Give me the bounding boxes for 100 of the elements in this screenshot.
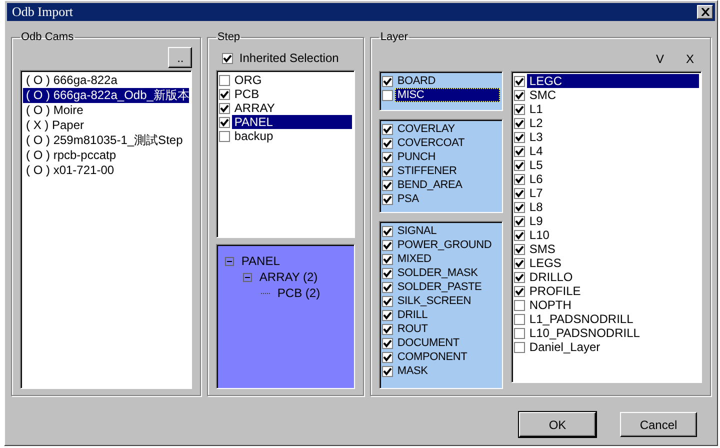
- checkbox[interactable]: [514, 146, 526, 156]
- checkbox[interactable]: [514, 188, 526, 198]
- checkbox[interactable]: [382, 352, 394, 362]
- checkbox[interactable]: [514, 314, 526, 324]
- list-item[interactable]: L9: [527, 214, 699, 228]
- checkbox[interactable]: [514, 300, 526, 310]
- checkbox[interactable]: [514, 104, 526, 114]
- list-item[interactable]: backup: [232, 129, 352, 143]
- list-item[interactable]: ORG: [232, 73, 352, 87]
- check-all-button[interactable]: V: [650, 47, 670, 71]
- list-item[interactable]: PCB: [232, 87, 352, 101]
- checkbox[interactable]: [514, 202, 526, 212]
- checkbox[interactable]: [382, 226, 394, 236]
- checkbox[interactable]: [382, 324, 394, 334]
- list-item[interactable]: ( O ) rpcb-pccatp: [23, 148, 190, 163]
- checkbox[interactable]: [219, 88, 230, 100]
- checkbox[interactable]: [382, 366, 394, 376]
- ok-button[interactable]: OK: [519, 412, 596, 437]
- list-item[interactable]: L10: [527, 228, 699, 242]
- uncheck-all-button[interactable]: X: [680, 47, 700, 71]
- checkbox[interactable]: [514, 132, 526, 142]
- list-item[interactable]: COMPONENT: [395, 350, 500, 364]
- list-item[interactable]: SMS: [527, 242, 699, 256]
- checkbox[interactable]: [382, 180, 394, 190]
- list-item[interactable]: NOPTH: [527, 298, 699, 312]
- collapse-icon[interactable]: [225, 256, 234, 266]
- checkbox[interactable]: [382, 152, 394, 162]
- cancel-button[interactable]: Cancel: [620, 412, 697, 437]
- list-item[interactable]: ( O ) 666ga-822a: [23, 73, 190, 88]
- checkbox[interactable]: [382, 76, 394, 86]
- list-item[interactable]: MISC: [395, 88, 500, 102]
- list-item[interactable]: COVERCOAT: [395, 136, 500, 150]
- list-item[interactable]: PANEL: [232, 115, 352, 129]
- checkbox[interactable]: [514, 272, 526, 282]
- list-item[interactable]: ARRAY: [232, 101, 352, 115]
- checkbox[interactable]: [382, 124, 394, 134]
- list-item[interactable]: BEND_AREA: [395, 178, 500, 192]
- tree-node[interactable]: PCB (2): [277, 286, 320, 300]
- checkbox[interactable]: [219, 102, 230, 114]
- list-item[interactable]: SOLDER_PASTE: [395, 280, 500, 294]
- list-item[interactable]: Daniel_Layer: [527, 340, 699, 354]
- list-item[interactable]: DRILLO: [527, 270, 699, 284]
- checkbox[interactable]: [382, 166, 394, 176]
- checkbox[interactable]: [382, 254, 394, 264]
- list-item[interactable]: MASK: [395, 364, 500, 378]
- checkbox[interactable]: [382, 282, 394, 292]
- checkbox[interactable]: [219, 130, 230, 142]
- tree-node[interactable]: ARRAY (2): [259, 270, 318, 284]
- list-item[interactable]: SILK_SCREEN: [395, 294, 500, 308]
- list-item[interactable]: L7: [527, 186, 699, 200]
- checkbox[interactable]: [382, 296, 394, 306]
- checkbox[interactable]: [514, 244, 526, 254]
- browse-button[interactable]: ..: [168, 47, 192, 68]
- checkbox[interactable]: [514, 286, 526, 296]
- checkbox[interactable]: [219, 116, 230, 128]
- checkbox[interactable]: [514, 174, 526, 184]
- list-item[interactable]: LEGS: [527, 256, 699, 270]
- checkbox[interactable]: [514, 258, 526, 268]
- checkbox[interactable]: [514, 230, 526, 240]
- list-item[interactable]: DRILL: [395, 308, 500, 322]
- list-item[interactable]: L6: [527, 172, 699, 186]
- list-item[interactable]: POWER_GROUND: [395, 238, 500, 252]
- checkbox[interactable]: [219, 74, 230, 86]
- list-item[interactable]: ROUT: [395, 322, 500, 336]
- list-item[interactable]: SIGNAL: [395, 224, 500, 238]
- list-item[interactable]: ( O ) x01-721-00: [23, 163, 190, 178]
- checkbox[interactable]: [514, 76, 526, 86]
- checkbox[interactable]: [514, 90, 526, 100]
- checkbox[interactable]: [514, 160, 526, 170]
- list-item[interactable]: ( X ) Paper: [23, 118, 190, 133]
- list-item[interactable]: BOARD: [395, 74, 500, 88]
- checkbox[interactable]: [382, 268, 394, 278]
- list-item[interactable]: L1: [527, 102, 699, 116]
- list-item[interactable]: STIFFENER: [395, 164, 500, 178]
- checkbox[interactable]: [382, 138, 394, 148]
- list-item[interactable]: SOLDER_MASK: [395, 266, 500, 280]
- checkbox[interactable]: [514, 328, 526, 338]
- checkbox[interactable]: [382, 338, 394, 348]
- list-item[interactable]: SMC: [527, 88, 699, 102]
- checkbox[interactable]: [222, 52, 234, 64]
- list-item[interactable]: L8: [527, 200, 699, 214]
- checkbox[interactable]: [382, 240, 394, 250]
- list-item[interactable]: LEGC: [527, 74, 699, 88]
- list-item[interactable]: ( O ) Moire: [23, 103, 190, 118]
- list-item[interactable]: L1_PADSNODRILL: [527, 312, 699, 326]
- list-item[interactable]: L10_PADSNODRILL: [527, 326, 699, 340]
- list-item[interactable]: L3: [527, 130, 699, 144]
- tree-node[interactable]: PANEL: [241, 254, 280, 268]
- list-item[interactable]: PSA: [395, 192, 500, 206]
- list-item[interactable]: PUNCH: [395, 150, 500, 164]
- list-item[interactable]: ( O ) 666ga-822a_Odb_新版本: [23, 88, 190, 103]
- list-item[interactable]: L2: [527, 116, 699, 130]
- close-button[interactable]: [697, 5, 713, 19]
- list-item[interactable]: L5: [527, 158, 699, 172]
- list-item[interactable]: COVERLAY: [395, 122, 500, 136]
- list-item[interactable]: DOCUMENT: [395, 336, 500, 350]
- checkbox[interactable]: [514, 342, 526, 352]
- list-item[interactable]: MIXED: [395, 252, 500, 266]
- checkbox[interactable]: [514, 216, 526, 226]
- checkbox[interactable]: [382, 310, 394, 320]
